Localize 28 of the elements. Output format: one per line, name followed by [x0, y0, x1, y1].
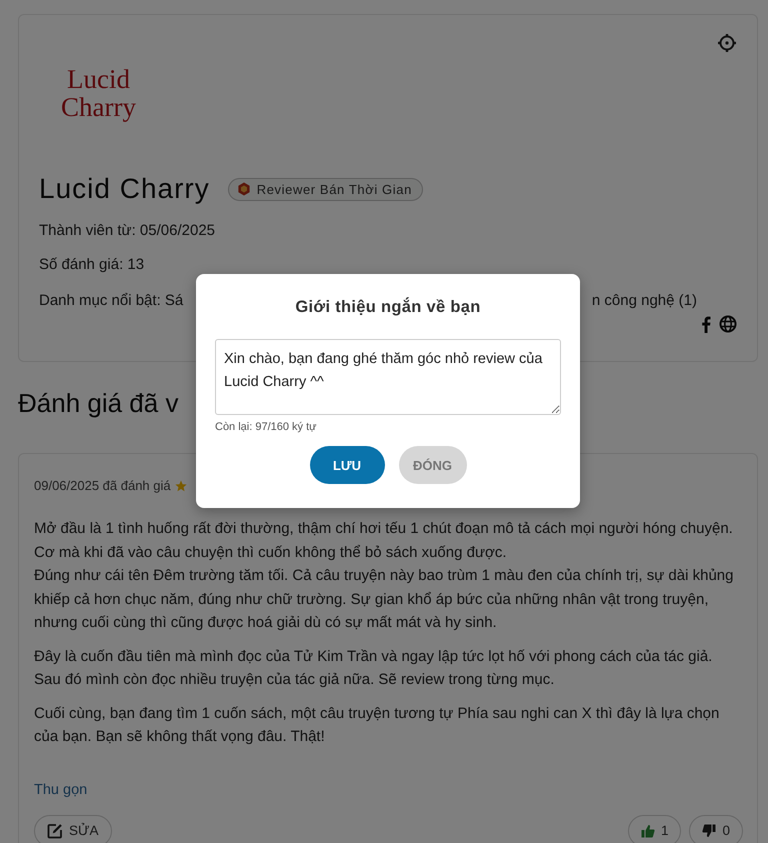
globe-icon[interactable]: [719, 315, 737, 333]
thumbs-up-icon: [640, 824, 655, 838]
categories-text: n công nghệ (1): [592, 292, 697, 309]
save-button[interactable]: LƯU: [310, 446, 384, 484]
dislike-button[interactable]: 0: [689, 814, 743, 843]
categories-text: Danh mục nổi bật: Sá: [39, 292, 184, 309]
member-since: Thành viên từ: 05/06/2025: [39, 222, 216, 239]
settings-icon[interactable]: [717, 33, 737, 53]
rank-badge: Reviewer Bán Thời Gian: [228, 178, 423, 200]
review-date: 09/06/2025 đã đánh giá: [34, 478, 171, 493]
review-paragraph: Mở đầu là 1 tình huống rất đời thường, thậm chí hơi tếu 1 chút đoạn mô tả cách mọi người hóng chuyện. Cơ mà khi đã vào câu chuyện thì cuốn không thể bỏ sách xuống được. Đúng như cái tên Đêm trường tăm tối. Cả câu truyện này bao trùm 1 màu đen của chính trị, sự dài khủng khiếp cả hơn chục năm, đúng như chữ trường. Sự gian khổ áp bức của những nhân vật trong truyện, nhưng cuối cùng thì cũng được hoá giải dù có sự mất mát và hy sinh.: [34, 519, 734, 633]
thumbs-down-icon: [702, 824, 716, 838]
bio-field[interactable]: Xin chào, bạn đang ghé thăm góc nhỏ review của Lucid Charry ^^: [215, 339, 561, 415]
modal-title: Giới thiệu ngắn về bạn: [294, 298, 482, 317]
facebook-icon[interactable]: [701, 316, 711, 332]
logo: Lucid Charry: [61, 65, 136, 121]
collapse-link[interactable]: Thu gọn: [34, 782, 88, 798]
review-paragraph: Cuối cùng, bạn đang tìm 1 cuốn sách, một câu truyện tương tự Phía sau nghi can X thì đây là lựa chọn của bạn. Bạn sẽ không thất vọng đâu. Thật!: [34, 704, 720, 747]
section-heading: Đánh giá đã v: [18, 388, 180, 419]
review-paragraph: Đây là cuốn đầu tiên mà mình đọc của Tử Kim Trần và ngay lập tức lọt hố với phong cách của tác giả. Sau đó mình còn đọc nhiều truyện của tác giả nữa. Sẽ review trong từng mục.: [34, 646, 714, 690]
star-icon: [174, 480, 187, 492]
like-button[interactable]: 1: [628, 814, 682, 843]
edit-icon: [47, 822, 63, 838]
profile-name: Lucid Charry: [39, 173, 210, 205]
edit-button[interactable]: SỬA: [34, 814, 112, 843]
character-counter: Còn lại: 97/160 ký tự: [215, 421, 318, 433]
hexagon-icon: [236, 182, 251, 196]
review-count: Số đánh giá: 13: [39, 256, 146, 273]
